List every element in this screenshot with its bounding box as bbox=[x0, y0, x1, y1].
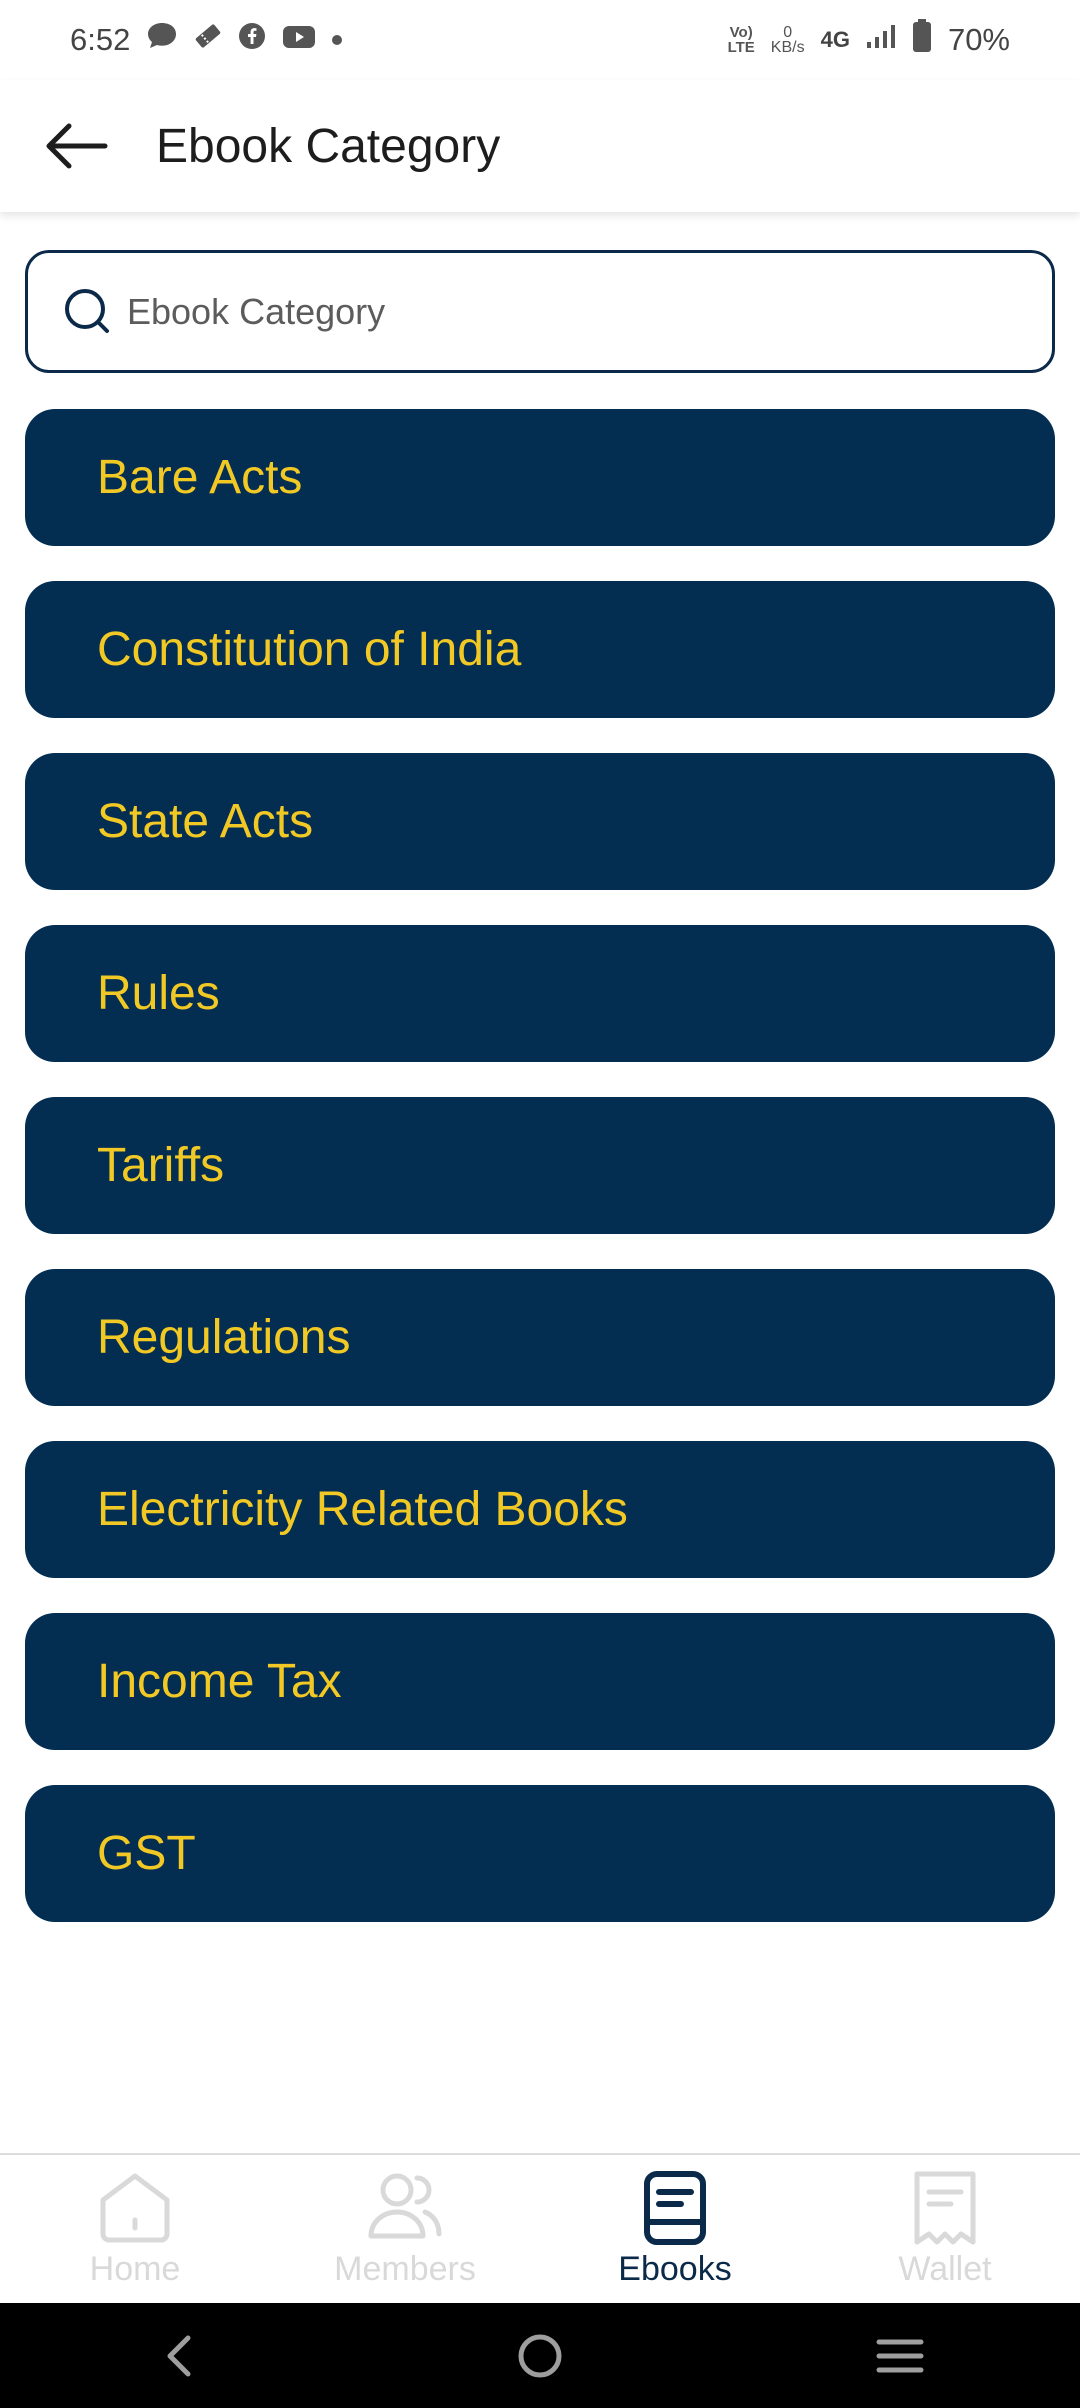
category-state-acts[interactable]: State Acts bbox=[25, 753, 1055, 890]
system-recents-button[interactable] bbox=[840, 2316, 960, 2396]
ticket-icon bbox=[194, 22, 222, 58]
signal-icon bbox=[866, 22, 896, 58]
system-back-button[interactable] bbox=[120, 2316, 240, 2396]
back-arrow-icon bbox=[46, 123, 108, 169]
nav-wallet-label: Wallet bbox=[898, 2249, 992, 2288]
screen: 6:52 Vo) LTE 0 KB/s 4G 70% Ebook Categor… bbox=[0, 0, 1080, 2408]
ebooks-icon bbox=[644, 2170, 706, 2245]
category-regulations[interactable]: Regulations bbox=[25, 1269, 1055, 1406]
nav-home[interactable]: Home bbox=[0, 2170, 270, 2289]
facebook-icon bbox=[238, 22, 266, 58]
search-box[interactable] bbox=[25, 250, 1055, 373]
bottom-nav: Home Members Ebooks Wallet bbox=[0, 2153, 1080, 2303]
nav-ebooks-label: Ebooks bbox=[618, 2249, 732, 2288]
category-gst[interactable]: GST bbox=[25, 1785, 1055, 1922]
network-type: 4G bbox=[820, 27, 850, 52]
category-bare-acts[interactable]: Bare Acts bbox=[25, 409, 1055, 546]
members-icon bbox=[368, 2173, 442, 2238]
nav-wallet[interactable]: Wallet bbox=[810, 2170, 1080, 2289]
nav-members[interactable]: Members bbox=[270, 2170, 540, 2289]
circle-home-icon bbox=[518, 2334, 562, 2377]
system-nav-bar bbox=[0, 2303, 1080, 2408]
wallet-icon bbox=[914, 2171, 976, 2244]
search-input[interactable] bbox=[127, 290, 1052, 333]
category-tariffs[interactable]: Tariffs bbox=[25, 1097, 1055, 1234]
app-bar: Ebook Category bbox=[0, 80, 1080, 212]
battery-level: 70% bbox=[947, 22, 1010, 57]
nav-ebooks[interactable]: Ebooks bbox=[540, 2170, 810, 2289]
status-left: 6:52 bbox=[70, 21, 343, 59]
dot-icon bbox=[332, 35, 343, 45]
search-icon bbox=[65, 288, 109, 333]
page-title: Ebook Category bbox=[156, 119, 501, 173]
nav-members-label: Members bbox=[334, 2249, 476, 2288]
category-rules[interactable]: Rules bbox=[25, 925, 1055, 1062]
category-electricity-related-books[interactable]: Electricity Related Books bbox=[25, 1441, 1055, 1578]
battery-icon bbox=[912, 19, 932, 61]
home-icon bbox=[100, 2173, 170, 2242]
status-bar: 6:52 Vo) LTE 0 KB/s 4G 70% bbox=[0, 0, 1080, 80]
chevron-left-icon bbox=[167, 2335, 191, 2376]
nav-home-label: Home bbox=[89, 2249, 181, 2288]
back-button[interactable] bbox=[36, 106, 116, 186]
category-constitution-of-india[interactable]: Constitution of India bbox=[25, 581, 1055, 718]
status-time: 6:52 bbox=[70, 22, 131, 57]
category-income-tax[interactable]: Income Tax bbox=[25, 1613, 1055, 1750]
volte-indicator: Vo) LTE bbox=[727, 24, 755, 56]
speed-indicator: 0 KB/s bbox=[770, 24, 805, 56]
youtube-icon bbox=[282, 22, 316, 58]
menu-lines-icon bbox=[876, 2339, 924, 2372]
system-home-button[interactable] bbox=[480, 2316, 600, 2396]
category-list: Bare Acts Constitution of India State Ac… bbox=[25, 409, 1055, 1957]
status-right: Vo) LTE 0 KB/s 4G 70% bbox=[728, 19, 1010, 61]
chat-icon bbox=[146, 21, 178, 59]
